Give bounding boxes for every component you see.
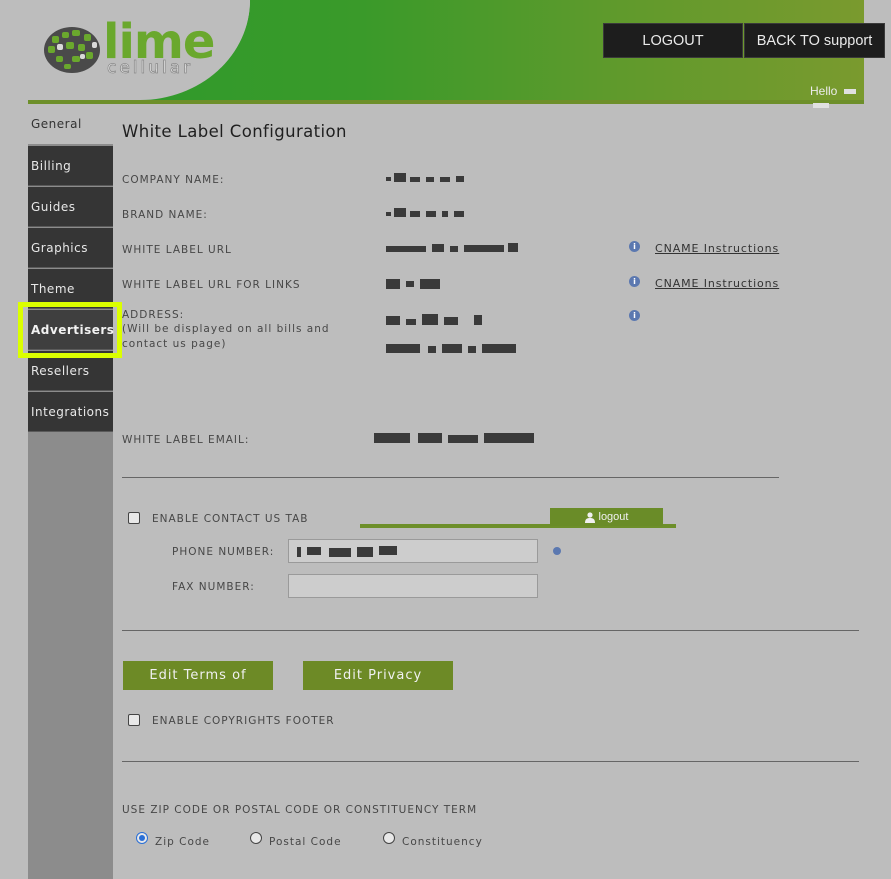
info-icon[interactable]: i <box>629 241 640 252</box>
tab-resellers[interactable]: Resellers <box>28 351 113 391</box>
cname-instructions-link[interactable]: CNAME Instructions <box>655 242 779 255</box>
logo[interactable]: lime cellular <box>42 14 222 80</box>
back-to-support-button[interactable]: BACK TO support <box>744 23 885 58</box>
info-icon[interactable]: i <box>629 276 640 287</box>
address-note: contact us page) <box>122 338 227 350</box>
preview-logout-label: logout <box>598 511 629 523</box>
radio-postal-code-label: Postal Code <box>269 836 342 848</box>
section-divider <box>122 477 779 478</box>
white-label-email-label: WHITE LABEL EMAIL: <box>122 434 250 446</box>
tab-guides[interactable]: Guides <box>28 187 113 227</box>
cname-instructions-link[interactable]: CNAME Instructions <box>655 277 779 290</box>
tab-integrations[interactable]: Integrations <box>28 392 113 432</box>
info-icon[interactable]: i <box>629 310 640 321</box>
radio-zip-code-label: Zip Code <box>155 836 210 848</box>
user-icon <box>584 511 595 523</box>
user-greeting: Hello <box>810 84 864 112</box>
page-title: White Label Configuration <box>122 122 347 141</box>
enable-copyrights-label: ENABLE COPYRIGHTS FOOTER <box>152 715 335 727</box>
white-label-url-links-label: WHITE LABEL URL FOR LINKS <box>122 279 301 291</box>
address-note: (Will be displayed on all bills and <box>122 323 330 335</box>
tab-advertisers[interactable]: Advertisers <box>28 310 114 350</box>
redacted-username <box>813 103 829 109</box>
zip-term-heading: USE ZIP CODE OR POSTAL CODE OR CONSTITUE… <box>122 804 478 816</box>
radio-zip-code[interactable] <box>136 832 148 844</box>
logo-subtitle: cellular <box>107 58 194 79</box>
logout-button[interactable]: LOGOUT <box>603 23 743 58</box>
enable-contact-us-label: ENABLE CONTACT US TAB <box>152 513 309 525</box>
address-label: ADDRESS: <box>122 309 185 321</box>
info-icon[interactable] <box>553 547 561 555</box>
logo-area: lime cellular <box>28 0 250 100</box>
enable-copyrights-checkbox[interactable] <box>128 714 140 726</box>
radio-postal-code[interactable] <box>250 832 262 844</box>
fax-number-label: FAX NUMBER: <box>172 581 255 593</box>
radio-constituency[interactable] <box>383 832 395 844</box>
edit-privacy-button[interactable]: Edit Privacy <box>303 661 453 690</box>
sidebar: General Billing Guides Graphics Theme Ad… <box>28 104 114 879</box>
section-divider <box>122 761 859 762</box>
brand-name-label: BRAND NAME: <box>122 209 208 221</box>
section-divider <box>122 630 859 631</box>
app-header: lime cellular LOGOUT BACK TO support Hel… <box>28 0 885 109</box>
fax-number-input[interactable] <box>288 574 538 598</box>
hello-text: Hello <box>810 84 838 98</box>
edit-terms-button[interactable]: Edit Terms of <box>123 661 273 690</box>
tab-general[interactable]: General <box>28 104 113 144</box>
tab-theme[interactable]: Theme <box>28 269 113 309</box>
preview-logout-tab[interactable]: logout <box>550 508 663 526</box>
phone-number-input[interactable] <box>288 539 538 563</box>
tab-graphics[interactable]: Graphics <box>28 228 113 268</box>
white-label-url-label: WHITE LABEL URL <box>122 244 232 256</box>
redacted-username <box>843 89 856 95</box>
tab-billing[interactable]: Billing <box>28 146 113 186</box>
company-name-label: COMPANY NAME: <box>122 174 225 186</box>
enable-contact-us-checkbox[interactable] <box>128 512 140 524</box>
phone-number-label: PHONE NUMBER: <box>172 546 275 558</box>
radio-constituency-label: Constituency <box>402 836 483 848</box>
globe-logo-icon <box>44 27 100 73</box>
